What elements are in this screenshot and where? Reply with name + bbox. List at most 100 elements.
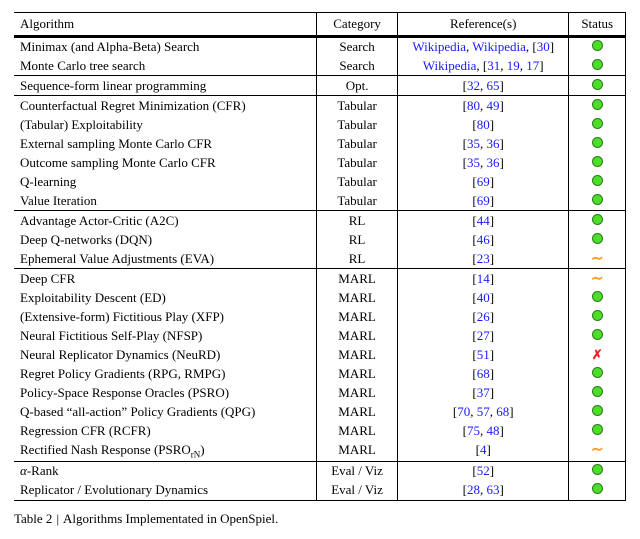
reference-cite[interactable]: 30 bbox=[537, 39, 550, 54]
status-ok-icon bbox=[592, 405, 603, 416]
reference-cite[interactable]: 35 bbox=[467, 155, 480, 170]
reference-cite[interactable]: 80 bbox=[477, 117, 490, 132]
reference-cite[interactable]: 46 bbox=[477, 232, 490, 247]
cell-algorithm: Sequence-form linear programming bbox=[14, 76, 317, 96]
caption-label: Table 2 bbox=[14, 511, 52, 526]
cell-algorithm: Monte Carlo tree search bbox=[14, 56, 317, 76]
reference-cite[interactable]: 36 bbox=[486, 155, 499, 170]
reference-cite[interactable]: 44 bbox=[477, 213, 490, 228]
table-row: External sampling Monte Carlo CFRTabular… bbox=[14, 134, 626, 153]
reference-cite[interactable]: 68 bbox=[477, 366, 490, 381]
reference-cite[interactable]: 4 bbox=[480, 442, 487, 457]
reference-cite[interactable]: 32 bbox=[467, 78, 480, 93]
cell-status bbox=[569, 461, 626, 481]
cell-category: Opt. bbox=[317, 76, 398, 96]
cell-references: [23] bbox=[397, 249, 569, 269]
status-ok-icon bbox=[592, 329, 603, 340]
reference-cite[interactable]: 17 bbox=[526, 58, 539, 73]
cell-status bbox=[569, 76, 626, 96]
cell-status bbox=[569, 230, 626, 249]
status-ok-icon bbox=[592, 175, 603, 186]
cell-status bbox=[569, 383, 626, 402]
cell-status bbox=[569, 115, 626, 134]
status-ok-icon bbox=[592, 386, 603, 397]
status-partial-icon: ∼ bbox=[591, 442, 604, 458]
table-row: Q-learningTabular[69] bbox=[14, 172, 626, 191]
cell-status bbox=[569, 211, 626, 231]
table-row: Rectified Nash Response (PSROrN)MARL[4]∼ bbox=[14, 440, 626, 461]
table-row: Counterfactual Regret Minimization (CFR)… bbox=[14, 96, 626, 116]
reference-link[interactable]: Wikipedia bbox=[472, 39, 526, 54]
col-category: Category bbox=[317, 13, 398, 37]
cell-category: MARL bbox=[317, 288, 398, 307]
cell-category: Tabular bbox=[317, 153, 398, 172]
status-ok-icon bbox=[592, 40, 603, 51]
cell-category: Tabular bbox=[317, 96, 398, 116]
status-ok-icon bbox=[592, 194, 603, 205]
reference-cite[interactable]: 26 bbox=[477, 309, 490, 324]
reference-cite[interactable]: 49 bbox=[486, 98, 499, 113]
reference-cite[interactable]: 31 bbox=[487, 58, 500, 73]
cell-category: Eval / Viz bbox=[317, 461, 398, 481]
cell-algorithm: Q-learning bbox=[14, 172, 317, 191]
reference-cite[interactable]: 52 bbox=[477, 463, 490, 478]
cell-algorithm: Replicator / Evolutionary Dynamics bbox=[14, 481, 317, 501]
reference-link[interactable]: Wikipedia bbox=[423, 58, 477, 73]
reference-cite[interactable]: 48 bbox=[486, 423, 499, 438]
cell-category: MARL bbox=[317, 421, 398, 440]
table-row: Regression CFR (RCFR)MARL[75, 48] bbox=[14, 421, 626, 440]
cell-category: RL bbox=[317, 211, 398, 231]
status-ok-icon bbox=[592, 79, 603, 90]
cell-status bbox=[569, 172, 626, 191]
reference-cite[interactable]: 70 bbox=[457, 404, 470, 419]
reference-cite[interactable]: 36 bbox=[486, 136, 499, 151]
reference-cite[interactable]: 35 bbox=[467, 136, 480, 151]
table-row: α-RankEval / Viz[52] bbox=[14, 461, 626, 481]
cell-references: [70, 57, 68] bbox=[397, 402, 569, 421]
cell-status bbox=[569, 364, 626, 383]
cell-category: MARL bbox=[317, 345, 398, 364]
table-row: Q-based “all-action” Policy Gradients (Q… bbox=[14, 402, 626, 421]
status-partial-icon: ∼ bbox=[591, 251, 604, 267]
cell-references: [75, 48] bbox=[397, 421, 569, 440]
reference-cite[interactable]: 63 bbox=[486, 482, 499, 497]
reference-cite[interactable]: 19 bbox=[507, 58, 520, 73]
table-row: Neural Fictitious Self-Play (NFSP)MARL[2… bbox=[14, 326, 626, 345]
reference-cite[interactable]: 68 bbox=[496, 404, 509, 419]
reference-cite[interactable]: 80 bbox=[467, 98, 480, 113]
status-ok-icon bbox=[592, 464, 603, 475]
cell-status bbox=[569, 153, 626, 172]
reference-cite[interactable]: 69 bbox=[477, 193, 490, 208]
table-row: Sequence-form linear programmingOpt.[32,… bbox=[14, 76, 626, 96]
cell-references: Wikipedia, [31, 19, 17] bbox=[397, 56, 569, 76]
reference-cite[interactable]: 75 bbox=[467, 423, 480, 438]
reference-cite[interactable]: 57 bbox=[477, 404, 490, 419]
reference-cite[interactable]: 37 bbox=[477, 385, 490, 400]
cell-category: MARL bbox=[317, 364, 398, 383]
reference-cite[interactable]: 14 bbox=[477, 271, 490, 286]
cell-status bbox=[569, 421, 626, 440]
cell-category: RL bbox=[317, 249, 398, 269]
cell-algorithm: Q-based “all-action” Policy Gradients (Q… bbox=[14, 402, 317, 421]
cell-category: MARL bbox=[317, 269, 398, 289]
cell-status bbox=[569, 307, 626, 326]
caption-text: Algorithms Implementated in OpenSpiel. bbox=[63, 511, 278, 526]
reference-cite[interactable]: 40 bbox=[477, 290, 490, 305]
reference-cite[interactable]: 23 bbox=[477, 251, 490, 266]
cell-references: [4] bbox=[397, 440, 569, 461]
reference-cite[interactable]: 28 bbox=[467, 482, 480, 497]
reference-cite[interactable]: 27 bbox=[477, 328, 490, 343]
cell-status bbox=[569, 96, 626, 116]
cell-algorithm: Deep CFR bbox=[14, 269, 317, 289]
cell-algorithm: Advantage Actor-Critic (A2C) bbox=[14, 211, 317, 231]
cell-references: [27] bbox=[397, 326, 569, 345]
status-ok-icon bbox=[592, 137, 603, 148]
cell-references: [37] bbox=[397, 383, 569, 402]
reference-cite[interactable]: 65 bbox=[486, 78, 499, 93]
reference-cite[interactable]: 69 bbox=[477, 174, 490, 189]
reference-link[interactable]: Wikipedia bbox=[412, 39, 466, 54]
cell-algorithm: α-Rank bbox=[14, 461, 317, 481]
cell-references: [32, 65] bbox=[397, 76, 569, 96]
reference-cite[interactable]: 51 bbox=[477, 347, 490, 362]
cell-category: MARL bbox=[317, 383, 398, 402]
